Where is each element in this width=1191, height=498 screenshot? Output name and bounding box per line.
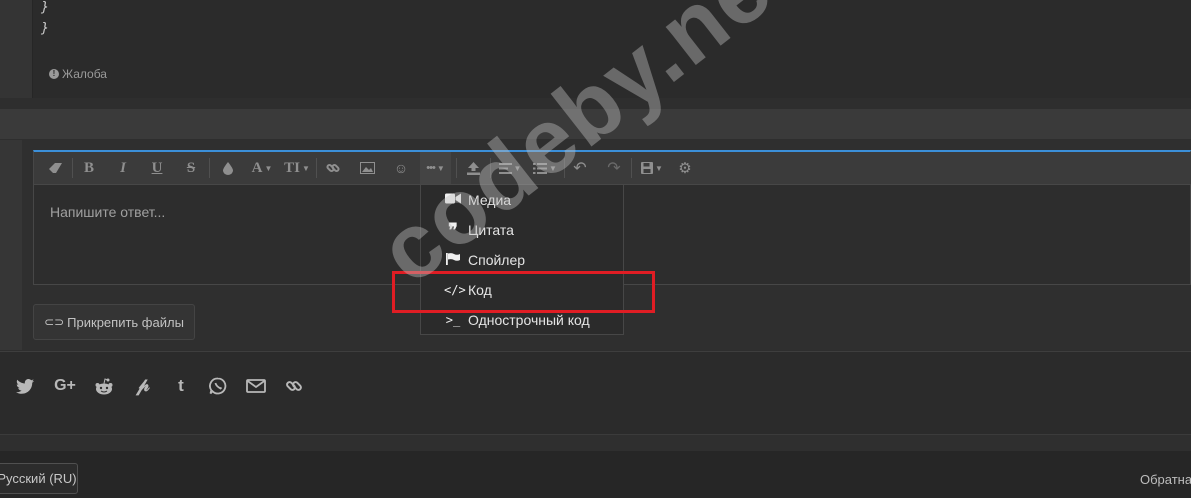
text-color-button[interactable] bbox=[218, 152, 238, 184]
smilie-icon: ☺ bbox=[393, 160, 409, 176]
font-size-icon: TI bbox=[284, 159, 300, 176]
share-pinterest-button[interactable]: 𝓅 bbox=[132, 375, 154, 397]
italic-icon: I bbox=[120, 159, 126, 176]
reddit-icon bbox=[95, 377, 113, 394]
share-link-button[interactable] bbox=[283, 375, 305, 397]
code-line: } bbox=[41, 0, 49, 15]
email-icon bbox=[246, 379, 266, 393]
link-icon bbox=[286, 381, 302, 391]
share-tumblr-button[interactable]: t bbox=[170, 375, 192, 397]
drafts-button[interactable]: ▼ bbox=[637, 152, 667, 184]
exclamation-icon: ! bbox=[49, 69, 59, 79]
toolbar-separator bbox=[209, 158, 210, 178]
google-plus-icon: G+ bbox=[54, 377, 76, 394]
drafts-icon bbox=[641, 162, 654, 174]
share-whatsapp-button[interactable] bbox=[207, 375, 229, 397]
reply-input-placeholder[interactable]: Напишите ответ... bbox=[50, 204, 165, 220]
toolbar-separator bbox=[316, 158, 317, 178]
link-icon bbox=[326, 163, 340, 173]
code-line: } bbox=[41, 21, 49, 36]
color-icon bbox=[223, 161, 233, 175]
toolbar-separator bbox=[72, 158, 73, 178]
bold-icon: B bbox=[83, 159, 94, 176]
share-reddit-button[interactable] bbox=[93, 375, 115, 397]
font-family-button[interactable]: A ▼ bbox=[248, 152, 276, 184]
bold-button[interactable]: B bbox=[78, 152, 100, 184]
tumblr-icon: t bbox=[178, 376, 184, 395]
report-link[interactable]: ! Жалоба bbox=[49, 67, 107, 81]
strikethrough-button[interactable]: S bbox=[180, 152, 202, 184]
language-selector[interactable]: Русский (RU) bbox=[0, 463, 78, 494]
italic-button[interactable]: I bbox=[112, 152, 134, 184]
section-divider bbox=[0, 434, 1191, 452]
report-label: Жалоба bbox=[62, 67, 107, 81]
font-family-icon: A bbox=[251, 159, 263, 176]
gear-icon: ⚙ bbox=[678, 160, 692, 177]
twitter-icon bbox=[16, 378, 34, 394]
image-icon bbox=[359, 162, 375, 174]
chevron-down-icon: ▼ bbox=[301, 163, 310, 173]
attach-files-label: Прикрепить файлы bbox=[67, 314, 184, 330]
underline-icon: U bbox=[151, 159, 163, 176]
underline-button[interactable]: U bbox=[146, 152, 168, 184]
font-size-button[interactable]: TI ▼ bbox=[282, 152, 312, 184]
terminal-icon: >_ bbox=[445, 313, 461, 327]
share-twitter-button[interactable] bbox=[14, 375, 36, 397]
insert-image-button[interactable] bbox=[356, 152, 378, 184]
insert-link-button[interactable] bbox=[322, 152, 344, 184]
feedback-link[interactable]: Обратна bbox=[1140, 472, 1191, 487]
share-google-plus-button[interactable]: G+ bbox=[52, 375, 78, 397]
paperclip-icon: ⊂⊃ bbox=[44, 315, 65, 329]
eraser-icon bbox=[48, 163, 62, 173]
toolbar-separator bbox=[631, 158, 632, 178]
menu-item-inline-code[interactable]: >_ Однострочный код bbox=[444, 312, 590, 328]
share-email-button[interactable] bbox=[245, 375, 267, 397]
strikethrough-icon: S bbox=[186, 159, 196, 176]
settings-button[interactable]: ⚙ bbox=[675, 152, 695, 184]
pinterest-icon: 𝓅 bbox=[136, 375, 150, 396]
chevron-down-icon: ▼ bbox=[264, 163, 273, 173]
smilie-button[interactable]: ☺ bbox=[390, 152, 412, 184]
whatsapp-icon bbox=[209, 377, 227, 395]
redo-icon: ↷ bbox=[607, 160, 621, 177]
clear-formatting-button[interactable] bbox=[42, 152, 68, 184]
post-user-column bbox=[0, 0, 33, 98]
reply-avatar-column bbox=[0, 140, 22, 350]
page-footer bbox=[0, 451, 1191, 498]
attach-files-button[interactable]: ⊂⊃ Прикрепить файлы bbox=[33, 304, 195, 340]
chevron-down-icon: ▼ bbox=[655, 163, 663, 173]
menu-item-label: Однострочный код bbox=[468, 312, 590, 328]
